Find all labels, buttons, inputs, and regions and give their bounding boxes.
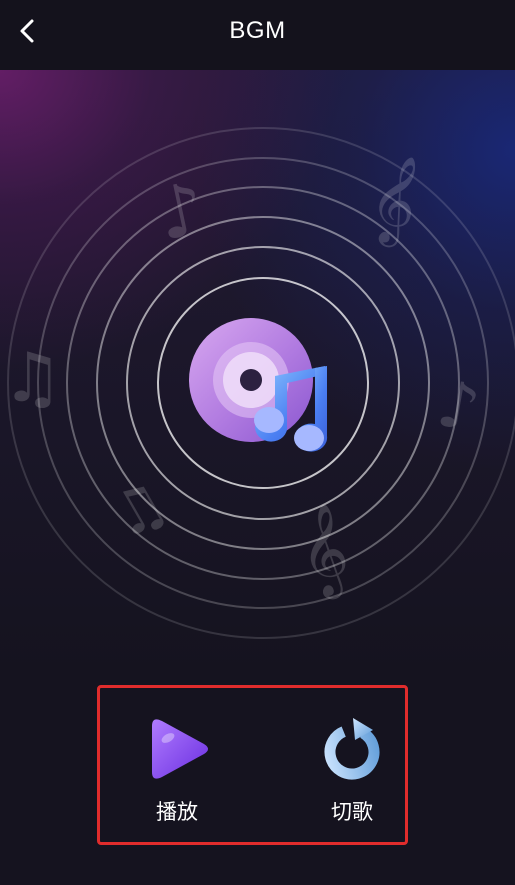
- play-label: 播放: [156, 801, 198, 824]
- page-title: BGM: [229, 17, 286, 44]
- next-song-label: 切歌: [331, 801, 373, 824]
- play-button[interactable]: 播放: [132, 714, 222, 824]
- music-disc-icon: [189, 318, 328, 452]
- beamed-notes-icon: ♫: [2, 339, 63, 418]
- header-bar: BGM: [0, 0, 515, 70]
- play-icon: [152, 719, 208, 779]
- bgm-screen: BGM ♪ 𝄞 ♫ ♪ ♫ 𝄞 播放 切歌: [0, 0, 515, 885]
- refresh-icon: [324, 718, 380, 780]
- next-song-button[interactable]: 切歌: [307, 714, 397, 824]
- music-visualizer: ♪ 𝄞 ♫ ♪ ♫ 𝄞: [0, 70, 515, 670]
- playback-controls: 播放 切歌: [97, 685, 408, 845]
